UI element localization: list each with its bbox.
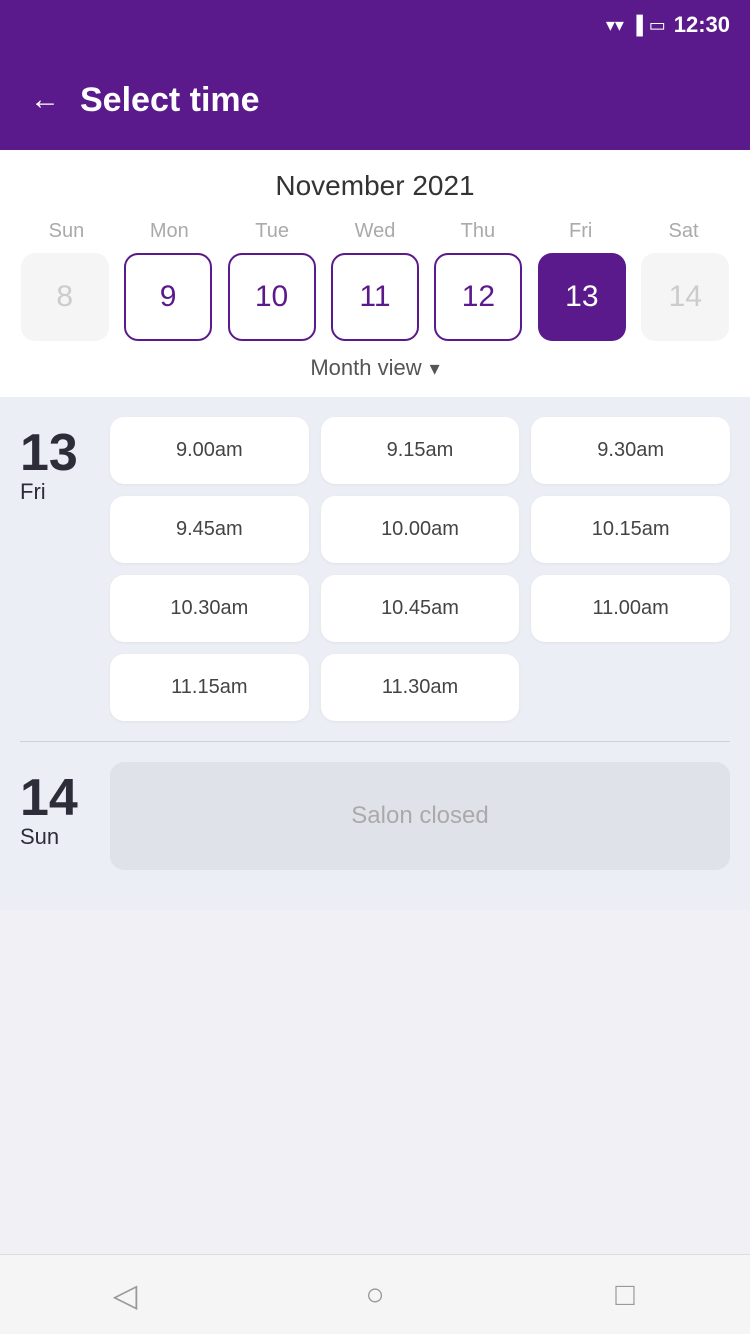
time-slot-1030am[interactable]: 10.30am: [110, 575, 309, 642]
day-label-13: 13 Fri: [20, 417, 90, 721]
signal-icon: ▐: [630, 15, 643, 36]
day-number-13: 13: [20, 427, 78, 479]
time-grid-13: 9.00am 9.15am 9.30am 9.45am 10.00am 10.1…: [110, 417, 730, 721]
weekday-mon: Mon: [118, 220, 221, 243]
day-name-14: Sun: [20, 824, 59, 850]
day-10[interactable]: 10: [228, 253, 316, 341]
app-header: ← Select time: [0, 50, 750, 150]
time-slot-1130am[interactable]: 11.30am: [321, 654, 520, 721]
status-time: 12:30: [674, 12, 730, 38]
chevron-down-icon: ▾: [430, 356, 440, 381]
status-icons: ▾▾ ▐ ▭: [606, 15, 666, 36]
day-section-13: 13 Fri 9.00am 9.15am 9.30am 9.45am 10.00…: [20, 417, 730, 721]
status-bar: ▾▾ ▐ ▭ 12:30: [0, 0, 750, 50]
slots-area: 13 Fri 9.00am 9.15am 9.30am 9.45am 10.00…: [0, 397, 750, 910]
day-number-14: 14: [20, 772, 78, 824]
day-label-14: 14 Sun: [20, 762, 90, 870]
time-slot-1100am[interactable]: 11.00am: [531, 575, 730, 642]
page-title: Select time: [80, 81, 260, 120]
month-view-button[interactable]: Month view ▾: [15, 355, 735, 387]
weekday-row: Sun Mon Tue Wed Thu Fri Sat: [15, 220, 735, 243]
time-slot-915am[interactable]: 9.15am: [321, 417, 520, 484]
salon-closed-box: Salon closed: [110, 762, 730, 870]
section-divider: [20, 741, 730, 742]
battery-icon: ▭: [649, 15, 666, 36]
nav-recent-button[interactable]: □: [595, 1265, 655, 1325]
time-slot-930am[interactable]: 9.30am: [531, 417, 730, 484]
day-name-13: Fri: [20, 479, 46, 505]
time-slot-1000am[interactable]: 10.00am: [321, 496, 520, 563]
wifi-icon: ▾▾: [606, 15, 624, 36]
salon-closed-label: Salon closed: [351, 802, 488, 830]
weekday-tue: Tue: [221, 220, 324, 243]
weekday-thu: Thu: [426, 220, 529, 243]
weekday-sun: Sun: [15, 220, 118, 243]
day-13[interactable]: 13: [538, 253, 626, 341]
bottom-nav: ◁ ○ □: [0, 1254, 750, 1334]
weekday-wed: Wed: [324, 220, 427, 243]
weekday-sat: Sat: [632, 220, 735, 243]
back-button[interactable]: ←: [30, 83, 60, 117]
day-14[interactable]: 14: [641, 253, 729, 341]
month-view-label: Month view: [310, 355, 421, 381]
day-8[interactable]: 8: [21, 253, 109, 341]
day-9[interactable]: 9: [124, 253, 212, 341]
time-slot-945am[interactable]: 9.45am: [110, 496, 309, 563]
day-11[interactable]: 11: [331, 253, 419, 341]
time-slot-1045am[interactable]: 10.45am: [321, 575, 520, 642]
time-slot-1115am[interactable]: 11.15am: [110, 654, 309, 721]
day-section-14: 14 Sun Salon closed: [20, 762, 730, 870]
time-slot-900am[interactable]: 9.00am: [110, 417, 309, 484]
nav-home-button[interactable]: ○: [345, 1265, 405, 1325]
time-slot-1015am[interactable]: 10.15am: [531, 496, 730, 563]
month-title: November 2021: [15, 170, 735, 202]
days-row: 8 9 10 11 12 13 14: [15, 253, 735, 341]
calendar-section: November 2021 Sun Mon Tue Wed Thu Fri Sa…: [0, 150, 750, 397]
weekday-fri: Fri: [529, 220, 632, 243]
day-12[interactable]: 12: [434, 253, 522, 341]
nav-back-button[interactable]: ◁: [95, 1265, 155, 1325]
